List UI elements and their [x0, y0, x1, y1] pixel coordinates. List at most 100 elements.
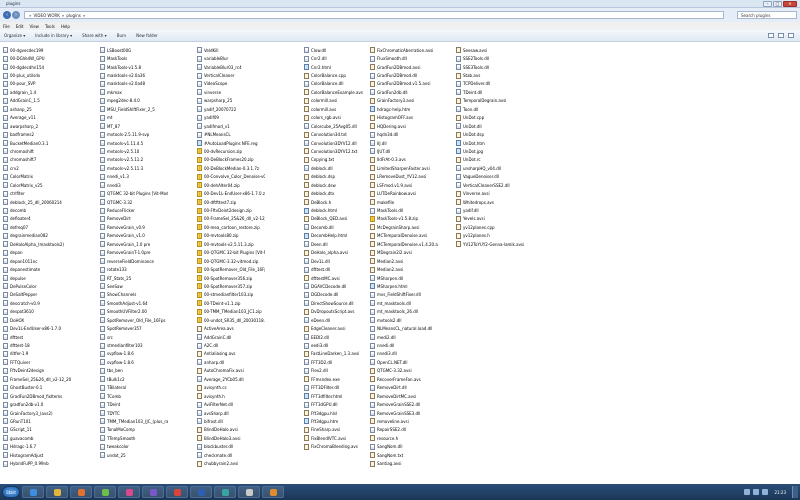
file-item[interactable]: ColorMatrix: [3, 173, 71, 181]
file-item[interactable]: 00-TMM_TMedian103_JC1.zip: [197, 308, 265, 316]
menu-tools[interactable]: Tools: [45, 24, 55, 29]
file-item[interactable]: BucketMedian0.3.1: [3, 139, 71, 147]
file-item[interactable]: Fft3dgpu.htm: [304, 417, 372, 425]
file-item[interactable]: removeline.avsi: [370, 417, 438, 425]
file-item[interactable]: avsSharp.dll: [197, 409, 265, 417]
file-item[interactable]: chromashift: [3, 147, 71, 155]
file-item[interactable]: DeBlock_QED.avsi: [304, 215, 372, 223]
file-item[interactable]: #AutoLoadPlugins NFE.reg: [197, 139, 265, 147]
file-item[interactable]: DeHalo_alpha.avsi: [304, 249, 372, 257]
file-item[interactable]: AviFilterNet.dll: [197, 400, 265, 408]
file-item[interactable]: RemoveDirt: [100, 215, 168, 223]
file-item[interactable]: QTGMC-3.32: [100, 198, 168, 206]
file-item[interactable]: eDeen.dll: [304, 316, 372, 324]
file-item[interactable]: Colorcube_25Avg05.dll: [304, 122, 372, 130]
file-item[interactable]: DoHOX: [3, 316, 71, 324]
file-item[interactable]: yadif09: [197, 114, 265, 122]
file-item[interactable]: blockbuster.dll: [197, 443, 265, 451]
file-item[interactable]: FFT3DFilter.dll: [304, 384, 372, 392]
file-item[interactable]: decomb: [3, 206, 71, 214]
file-item[interactable]: SeeSaw: [100, 282, 168, 290]
file-item[interactable]: eedi3.dll: [304, 341, 372, 349]
file-item[interactable]: colors_rgb.avsi: [304, 114, 372, 122]
file-item[interactable]: hdragc-help.htm: [370, 105, 438, 113]
file-item[interactable]: IIdFrAt-0.3.avs: [370, 156, 438, 164]
file-item[interactable]: MaskTools-v1.5.8: [100, 63, 168, 71]
file-item[interactable]: makefile: [370, 198, 438, 206]
menu-edit[interactable]: Edit: [16, 24, 24, 29]
file-item[interactable]: deblock.dll: [304, 164, 372, 172]
file-item[interactable]: tBulk1c2: [100, 375, 168, 383]
file-item[interactable]: FixChromaBleeding.avs: [304, 443, 372, 451]
file-item[interactable]: RemoveGrainSSE2.dll: [370, 400, 438, 408]
file-item[interactable]: YV12ToYUY2-Genna-lamik.avsi: [456, 240, 524, 248]
menu-file[interactable]: File: [3, 24, 10, 29]
file-item[interactable]: rotate133: [100, 265, 168, 273]
taskbar-app-explorer[interactable]: [46, 486, 68, 498]
forward-button[interactable]: ›: [12, 11, 20, 19]
file-item[interactable]: mvtools-v2.5.11.3: [100, 164, 168, 172]
taskbar-app-ie[interactable]: [22, 486, 44, 498]
file-item[interactable]: bifrost.dll: [197, 417, 265, 425]
file-item[interactable]: TemporalDegrain.avsi: [456, 97, 524, 105]
file-item[interactable]: mvtools-v1.11.4.5: [100, 139, 168, 147]
file-item[interactable]: UnDot.dll: [456, 122, 524, 130]
file-item[interactable]: FluxSmooth.dll: [370, 54, 438, 62]
file-item[interactable]: AddGrainC_1.5: [3, 97, 71, 105]
file-item[interactable]: RecoverFrameFan.avs: [370, 375, 438, 383]
file-item[interactable]: deblock.dsw: [304, 181, 372, 189]
file-item[interactable]: Average_v11: [3, 114, 71, 122]
file-item[interactable]: Median2.avsi: [370, 265, 438, 273]
file-item[interactable]: masktools-v2.0a36: [100, 71, 168, 79]
file-item[interactable]: TBilateral: [100, 384, 168, 392]
file-item[interactable]: McDegrainSharp.avsi: [370, 223, 438, 231]
file-item[interactable]: tbs_ben: [100, 367, 168, 375]
taskbar-app-paint[interactable]: [118, 486, 140, 498]
back-button[interactable]: ‹: [3, 11, 11, 19]
taskbar-app-app9[interactable]: [214, 486, 236, 498]
file-item[interactable]: Santiag.avsi: [370, 459, 438, 467]
file-item[interactable]: SangNom.txt: [370, 451, 438, 459]
file-item[interactable]: yv12planes.h: [456, 232, 524, 240]
file-item[interactable]: nnedi.dll: [370, 341, 438, 349]
file-item[interactable]: RemoveGrainT-1.0pre: [100, 249, 168, 257]
file-item[interactable]: avisynth.h: [197, 392, 265, 400]
file-item[interactable]: ashanp_25: [3, 105, 71, 113]
file-item[interactable]: GrainFactory3.avsi: [370, 97, 438, 105]
file-item[interactable]: FixChromaticAberration.avsi: [370, 46, 438, 54]
file-item[interactable]: HistogramAdjust: [3, 451, 71, 459]
file-item[interactable]: VagueDenoiser.dll: [456, 173, 524, 181]
file-item[interactable]: QTGMC-3.32.avsi: [370, 367, 438, 375]
file-item[interactable]: IJUT.dll: [370, 147, 438, 155]
file-item[interactable]: TDYTC: [100, 409, 168, 417]
file-item[interactable]: deblock.html: [304, 206, 372, 214]
burn-button[interactable]: Burn: [117, 33, 126, 38]
taskbar-app-word[interactable]: [190, 486, 212, 498]
file-item[interactable]: SmoothAdjust-v1.64: [100, 299, 168, 307]
file-item[interactable]: VerticalCleaner: [197, 71, 265, 79]
file-item[interactable]: FFmsndex.exe: [304, 375, 372, 383]
file-item[interactable]: 00-QTGMC 32-bit Plugins [Vit-Mod].zip: [197, 249, 265, 257]
file-item[interactable]: despot3610: [3, 308, 71, 316]
file-item[interactable]: VideoScope: [197, 80, 265, 88]
file-item[interactable]: degrainmedian082: [3, 232, 71, 240]
file-item[interactable]: reverseFieldDominance: [100, 257, 168, 265]
file-item[interactable]: TDeint: [100, 400, 168, 408]
file-item[interactable]: MSharpen.dll: [370, 274, 438, 282]
file-item[interactable]: RemoveDirtMC.avsi: [370, 392, 438, 400]
file-item[interactable]: 00-TDeint-v1.1.zip: [197, 299, 265, 307]
file-item[interactable]: Flex2.dll: [304, 367, 372, 375]
taskbar-app-chrome[interactable]: [166, 486, 188, 498]
file-item[interactable]: GScript_11: [3, 426, 71, 434]
file-item[interactable]: OpenCL.NET.dll: [370, 358, 438, 366]
file-item[interactable]: 00-undot_SR35_dll_20030118.zip: [197, 316, 265, 324]
file-item[interactable]: 00-DeBlockFrames20.zip: [197, 156, 265, 164]
file-item[interactable]: depanestimate: [3, 265, 71, 273]
tray-flag-icon[interactable]: [762, 489, 769, 495]
file-item[interactable]: EdgeCleaner.avsi: [304, 324, 372, 332]
file-item[interactable]: Convolution3DYV12.dll: [304, 139, 372, 147]
file-item[interactable]: DePulseColor: [3, 282, 71, 290]
taskbar-app-app11[interactable]: [262, 486, 284, 498]
help-icon[interactable]: [788, 33, 794, 38]
file-item[interactable]: #NLMeansCL: [197, 130, 265, 138]
